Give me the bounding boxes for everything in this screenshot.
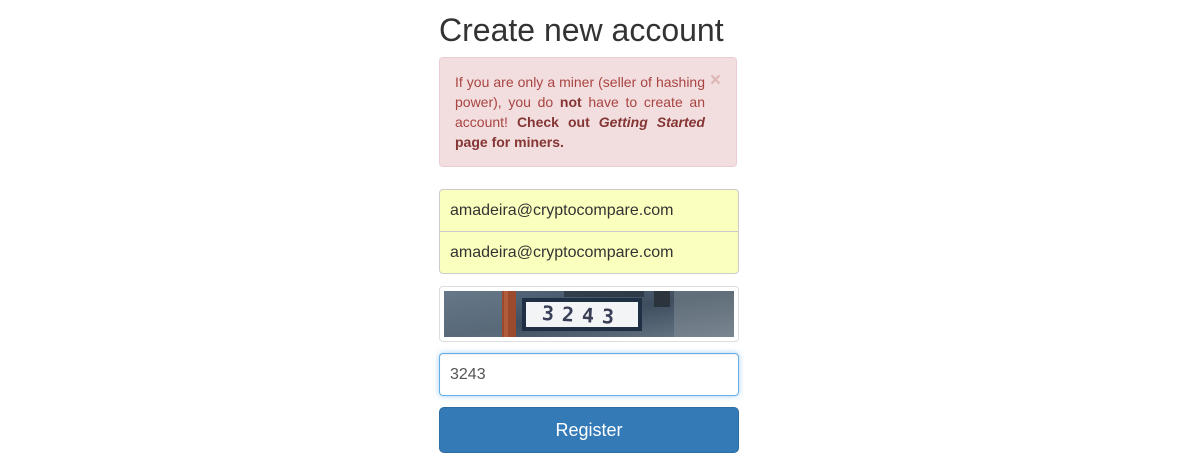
miner-info-alert: If you are only a miner (seller of hashi… (439, 57, 737, 167)
alert-message: If you are only a miner (seller of hashi… (455, 72, 705, 152)
alert-emphasis-not: not (559, 94, 582, 110)
captcha-image-text: 3243 (541, 301, 622, 329)
page-title: Create new account (439, 12, 724, 48)
captcha-image: 3243 (444, 291, 734, 337)
close-icon[interactable]: × (710, 71, 721, 91)
captcha-input[interactable] (439, 353, 739, 396)
getting-started-link-text: Getting Started (598, 114, 705, 130)
email-confirm-field[interactable] (439, 231, 739, 274)
email-field[interactable] (439, 189, 739, 232)
captcha-frame: 3243 (439, 286, 739, 342)
register-button[interactable]: Register (439, 407, 739, 453)
email-input-group (439, 189, 739, 274)
